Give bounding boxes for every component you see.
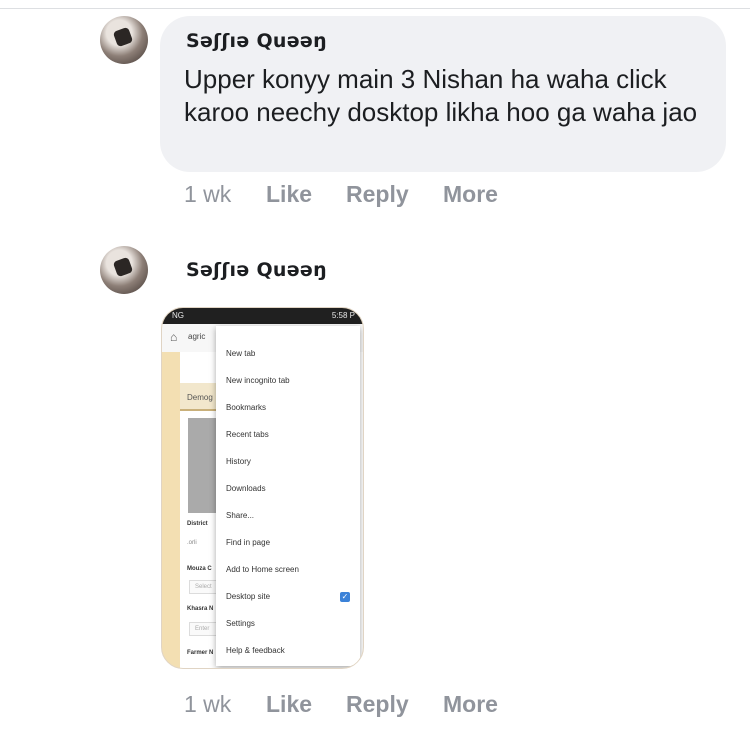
menu-item: Bookmarks xyxy=(226,403,267,412)
photo-carrier: NG xyxy=(172,311,184,320)
avatar[interactable] xyxy=(100,246,148,294)
top-divider xyxy=(0,8,750,9)
menu-item: Desktop site xyxy=(226,592,271,601)
photo-page-input: Select xyxy=(189,580,219,594)
menu-item: New incognito tab xyxy=(226,376,290,385)
home-icon: ⌂ xyxy=(170,330,178,344)
more-button[interactable]: More xyxy=(443,181,498,208)
menu-item: Recent tabs xyxy=(226,430,269,439)
photo-browser-menu: New tab New incognito tab Bookmarks Rece… xyxy=(216,326,360,666)
like-button[interactable]: Like xyxy=(266,691,312,718)
photo-page-small-text: Enter xyxy=(195,626,210,632)
like-button[interactable]: Like xyxy=(266,181,312,208)
photo-clock: 5:58 P xyxy=(331,311,355,320)
photo-status-bar: NG 5:58 P xyxy=(162,308,363,324)
reply-button[interactable]: Reply xyxy=(346,181,409,208)
photo-page-label: Farmer N xyxy=(187,650,214,656)
photo-page-small-text: .orli xyxy=(187,540,197,546)
comment-text: Upper konyy main 3 Nishan ha waha click … xyxy=(184,64,698,127)
comment-timestamp[interactable]: 1 wk xyxy=(184,691,231,718)
photo-page-label: District xyxy=(187,521,208,527)
menu-item: History xyxy=(226,457,251,466)
menu-item: Add to Home screen xyxy=(226,565,299,574)
photo-page-small-text: Select xyxy=(195,584,212,590)
menu-item: New tab xyxy=(226,349,256,358)
menu-item: Find in page xyxy=(226,538,271,547)
menu-item: Downloads xyxy=(226,484,266,493)
avatar[interactable] xyxy=(100,16,148,64)
comment-author[interactable]: Səʃʃıə Quəəŋ xyxy=(186,259,327,281)
photo-page-input: Enter xyxy=(189,622,219,636)
comment-author[interactable]: Səʃʃıə Quəəŋ xyxy=(186,30,327,52)
photo-page-label: Khasra N xyxy=(187,606,214,612)
photo-page-tab-label: Demog xyxy=(187,393,213,402)
menu-item: Share... xyxy=(226,511,255,520)
comment-timestamp[interactable]: 1 wk xyxy=(184,181,231,208)
reply-button[interactable]: Reply xyxy=(346,691,409,718)
photo-page-label: Mouza C xyxy=(187,566,212,572)
photo-page-image xyxy=(188,418,218,513)
attached-photo[interactable]: NG 5:58 P ⌂ agric Demog District .orli M… xyxy=(161,307,364,669)
menu-item: Settings xyxy=(226,619,255,628)
more-button[interactable]: More xyxy=(443,691,498,718)
menu-item: Help & feedback xyxy=(226,646,285,655)
checkbox-checked-icon: ✓ xyxy=(340,592,350,602)
photo-url-text: agric xyxy=(188,332,206,341)
